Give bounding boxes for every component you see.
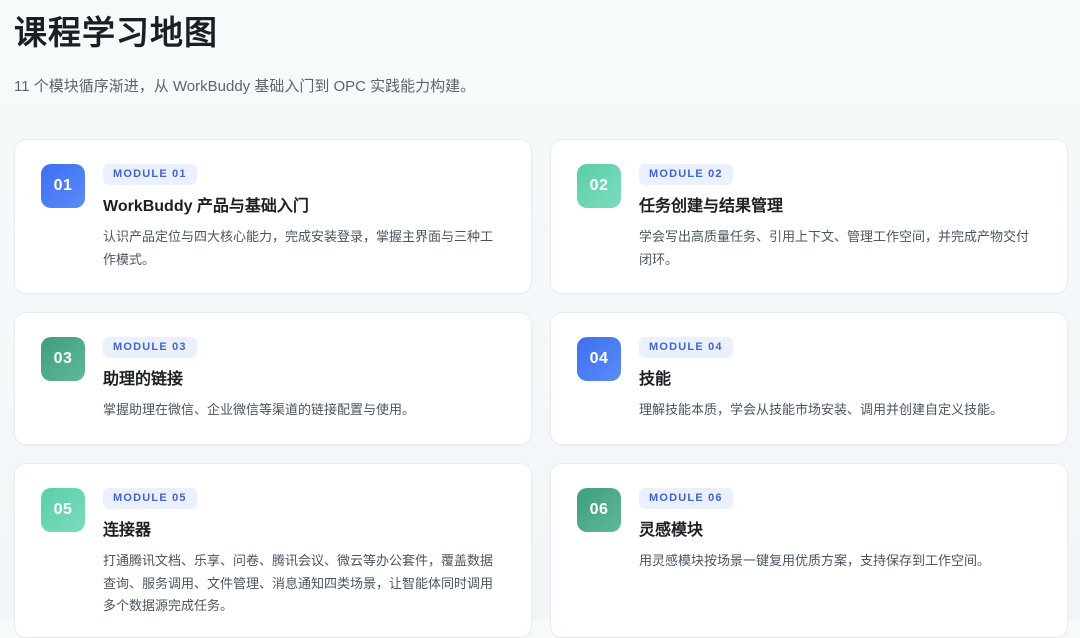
module-number-badge: 03	[41, 337, 85, 381]
module-tag: MODULE 05	[103, 488, 197, 509]
module-description: 学会写出高质量任务、引用上下文、管理工作空间，并完成产物交付闭环。	[639, 229, 1030, 267]
module-tag: MODULE 02	[639, 164, 733, 185]
module-title: 连接器	[103, 522, 152, 539]
module-card-01[interactable]: 01 MODULE 01 WorkBuddy 产品与基础入门 认识产品定位与四大…	[14, 139, 532, 294]
module-title: 灵感模块	[639, 522, 704, 539]
module-number-badge: 02	[577, 164, 621, 208]
module-card-06[interactable]: 06 MODULE 06 灵感模块 用灵感模块按场景一键复用优质方案，支持保存到…	[550, 463, 1068, 638]
module-tag: MODULE 06	[639, 488, 733, 509]
module-number-badge: 05	[41, 488, 85, 532]
page-subtitle: 11 个模块循序渐进，从 WorkBuddy 基础入门到 OPC 实践能力构建。	[14, 78, 476, 95]
module-title: 技能	[639, 371, 672, 388]
module-tag: MODULE 04	[639, 337, 733, 358]
module-description: 理解技能本质，学会从技能市场安装、调用并创建自定义技能。	[639, 402, 1004, 417]
module-tag: MODULE 03	[103, 337, 197, 358]
module-title: WorkBuddy 产品与基础入门	[103, 198, 309, 215]
module-card-02[interactable]: 02 MODULE 02 任务创建与结果管理 学会写出高质量任务、引用上下文、管…	[550, 139, 1068, 294]
module-card-05[interactable]: 05 MODULE 05 连接器 打通腾讯文档、乐享、问卷、腾讯会议、微云等办公…	[14, 463, 532, 638]
module-number-badge: 06	[577, 488, 621, 532]
module-tag: MODULE 01	[103, 164, 197, 185]
module-description: 认识产品定位与四大核心能力，完成安装登录，掌握主界面与三种工作模式。	[103, 229, 494, 267]
module-description: 用灵感模块按场景一键复用优质方案，支持保存到工作空间。	[639, 553, 991, 568]
module-card-04[interactable]: 04 MODULE 04 技能 理解技能本质，学会从技能市场安装、调用并创建自定…	[550, 312, 1068, 445]
module-title: 助理的链接	[103, 371, 184, 388]
module-description: 掌握助理在微信、企业微信等渠道的链接配置与使用。	[103, 402, 416, 417]
module-card-03[interactable]: 03 MODULE 03 助理的链接 掌握助理在微信、企业微信等渠道的链接配置与…	[14, 312, 532, 445]
module-title: 任务创建与结果管理	[639, 198, 784, 215]
module-number-badge: 04	[577, 337, 621, 381]
module-description: 打通腾讯文档、乐享、问卷、腾讯会议、微云等办公套件，覆盖数据查询、服务调用、文件…	[103, 553, 494, 613]
module-number-badge: 01	[41, 164, 85, 208]
page-title: 课程学习地图	[14, 14, 218, 51]
